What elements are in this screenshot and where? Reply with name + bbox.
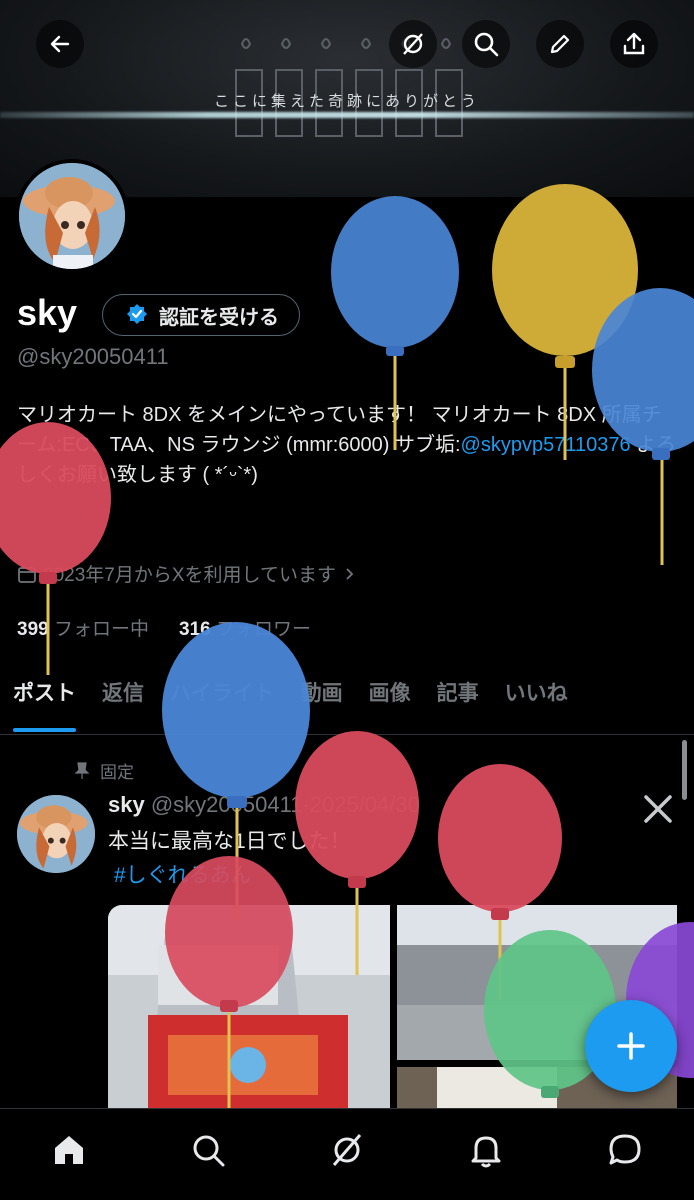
pinned-label: 固定 bbox=[100, 763, 134, 782]
plus-icon bbox=[617, 1032, 645, 1060]
profile-avatar[interactable] bbox=[15, 159, 129, 273]
share-icon bbox=[623, 32, 645, 55]
home-icon bbox=[55, 1135, 84, 1164]
joined-text: 2023年7月からXを利用しています bbox=[43, 565, 336, 586]
verified-badge-icon bbox=[127, 304, 147, 324]
compose-post-button[interactable] bbox=[585, 1000, 677, 1092]
chevron-right-icon bbox=[346, 567, 354, 580]
search-icon bbox=[474, 32, 499, 57]
profile-banner[interactable]: ここに集えた奇跡にありがとう bbox=[0, 0, 694, 197]
tab-articles[interactable]: 記事 bbox=[424, 665, 492, 734]
grok-icon bbox=[403, 33, 423, 55]
pin-icon bbox=[74, 761, 90, 779]
nav-messages[interactable] bbox=[595, 1120, 655, 1180]
profile-name: sky bbox=[17, 292, 78, 333]
banner-light-line bbox=[0, 112, 694, 118]
calendar-icon bbox=[18, 565, 36, 583]
following-link[interactable]: 399 フォロー中 bbox=[17, 614, 149, 641]
following-label: フォロー中 bbox=[53, 619, 149, 640]
nav-grok[interactable] bbox=[317, 1120, 377, 1180]
x-logo-icon bbox=[644, 795, 672, 823]
profile-bio: マリオカート 8DX をメインにやっています！ マリオカート 8DX 所属チーム… bbox=[17, 400, 677, 490]
pinned-indicator: 固定 bbox=[74, 758, 134, 783]
share-button[interactable] bbox=[610, 20, 658, 68]
arrow-left-icon bbox=[50, 35, 70, 53]
scrollbar[interactable] bbox=[682, 740, 687, 800]
get-verified-button[interactable]: 認証を受ける bbox=[102, 294, 300, 336]
following-count: 399 bbox=[17, 619, 49, 640]
post-handle-date[interactable]: @sky20050411·2025/04/30 bbox=[151, 792, 420, 817]
followers-label: フォロワー bbox=[215, 619, 311, 640]
edit-button[interactable] bbox=[536, 20, 584, 68]
post-hashtag-link[interactable]: #しぐれるあん bbox=[114, 859, 252, 889]
bio-mention-link[interactable]: @skypvp57110376 bbox=[461, 434, 631, 456]
back-button[interactable] bbox=[36, 20, 84, 68]
post-author[interactable]: sky bbox=[108, 792, 145, 817]
nav-search[interactable] bbox=[178, 1120, 238, 1180]
tab-posts[interactable]: ポスト bbox=[0, 665, 89, 734]
tab-highlights[interactable]: ハイライト bbox=[157, 665, 288, 734]
tab-likes[interactable]: いいね bbox=[492, 665, 581, 734]
followers-link[interactable]: 316 フォロワー bbox=[179, 614, 311, 641]
nav-home[interactable] bbox=[39, 1120, 99, 1180]
nav-notifications[interactable] bbox=[456, 1120, 516, 1180]
get-verified-label: 認証を受ける bbox=[159, 306, 279, 329]
post-text: 本当に最高な1日でした！ bbox=[108, 830, 351, 853]
grok-button[interactable] bbox=[389, 20, 437, 68]
post-image-1[interactable] bbox=[108, 905, 390, 1110]
profile-tabs: ポスト 返信 ハイライト 動画 画像 記事 いいね bbox=[0, 665, 694, 735]
tab-videos[interactable]: 動画 bbox=[288, 665, 356, 734]
banner-text: ここに集えた奇跡にありがとう bbox=[213, 92, 480, 110]
search-button[interactable] bbox=[462, 20, 510, 68]
profile-handle: @sky20050411 bbox=[17, 344, 169, 369]
tab-replies[interactable]: 返信 bbox=[89, 665, 157, 734]
followers-count: 316 bbox=[179, 619, 211, 640]
tab-photos[interactable]: 画像 bbox=[356, 665, 424, 734]
bell-icon bbox=[471, 1136, 501, 1167]
grok-icon bbox=[332, 1133, 362, 1166]
follow-stats: 399 フォロー中 316 フォロワー bbox=[17, 614, 311, 641]
post-header: sky @sky20050411·2025/04/30 bbox=[108, 792, 420, 818]
joined-date[interactable]: 2023年7月からXを利用しています bbox=[17, 560, 356, 587]
chat-icon bbox=[609, 1134, 641, 1164]
pencil-icon bbox=[550, 34, 570, 54]
search-icon bbox=[193, 1135, 225, 1166]
post-avatar[interactable] bbox=[17, 795, 95, 873]
bottom-navigation bbox=[0, 1108, 694, 1200]
